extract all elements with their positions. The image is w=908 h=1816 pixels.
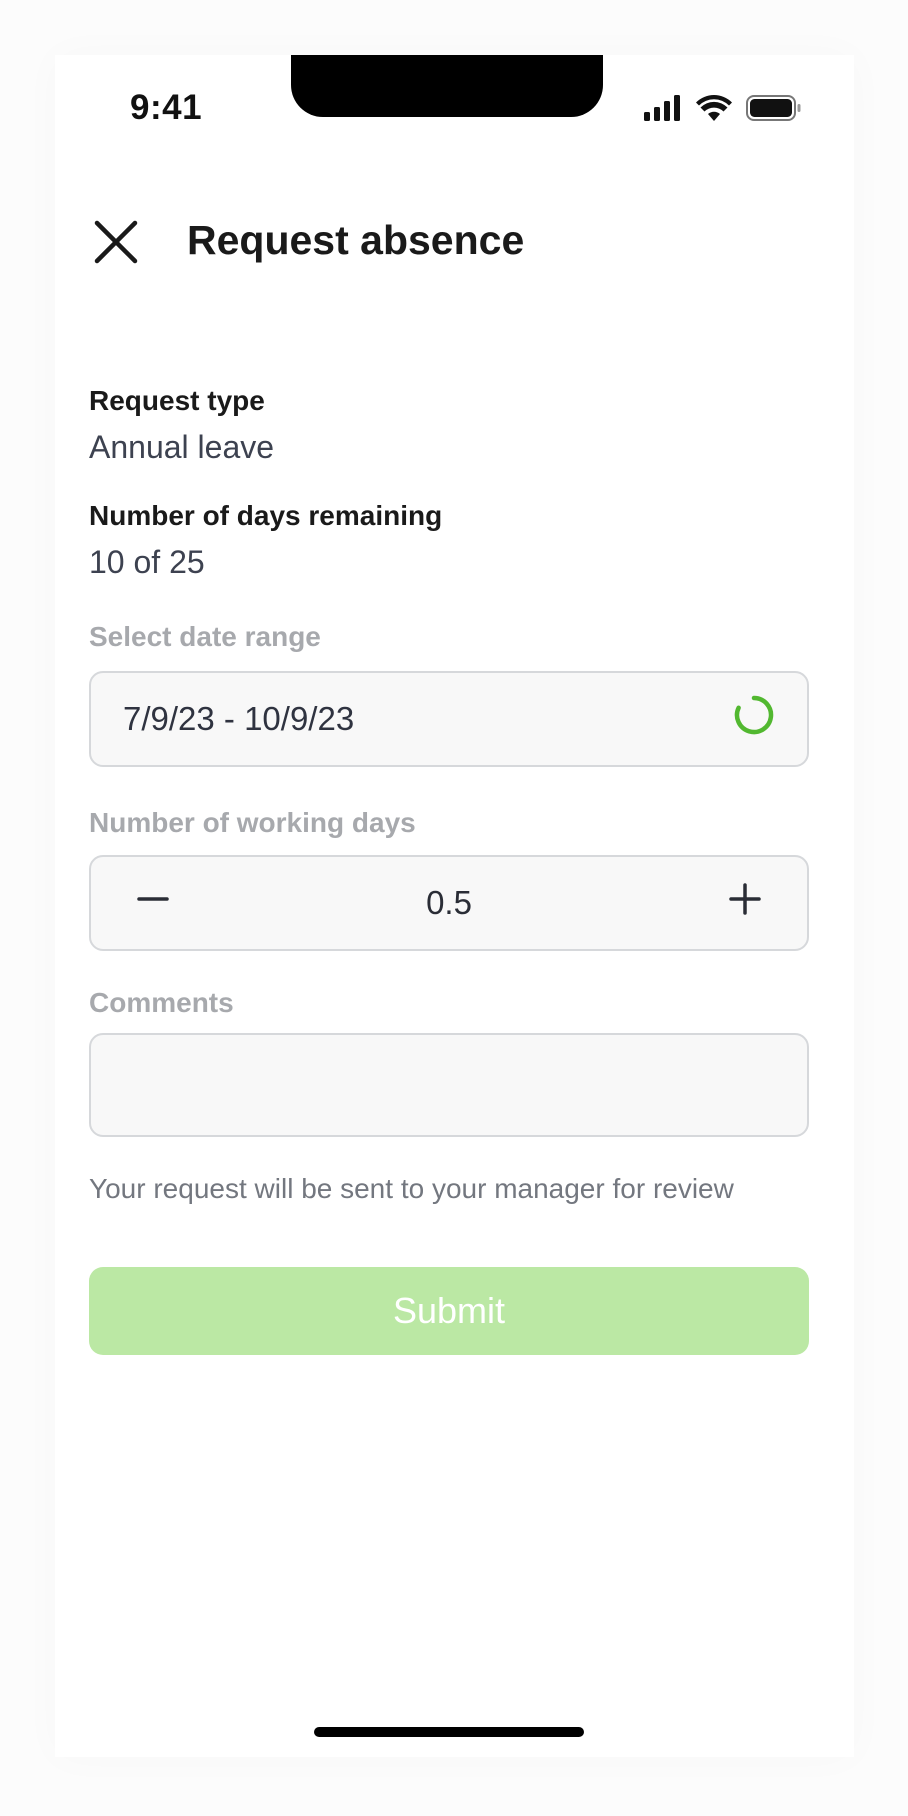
date-range-label: Select date range xyxy=(89,621,321,652)
loading-spinner-icon xyxy=(733,694,775,744)
request-type-label: Request type xyxy=(89,385,265,416)
request-type-value: Annual leave xyxy=(89,429,275,465)
increment-button[interactable] xyxy=(723,881,767,925)
date-range-value: 7/9/23 - 10/9/23 xyxy=(123,700,355,737)
minus-icon xyxy=(136,882,170,924)
days-remaining-value: 10 of 25 xyxy=(89,544,205,580)
days-remaining-label: Number of days remaining xyxy=(89,500,443,531)
working-days-stepper: 0.5 xyxy=(89,855,809,951)
page: 9:41 Request absence Request type Annual… xyxy=(0,0,908,1816)
device-notch xyxy=(291,55,603,117)
review-note: Your request will be sent to your manage… xyxy=(89,1173,734,1204)
page-title: Request absence xyxy=(187,217,525,263)
cellular-signal-icon xyxy=(644,95,682,126)
wifi-icon xyxy=(696,95,732,126)
submit-button[interactable]: Submit xyxy=(89,1267,809,1355)
working-days-value: 0.5 xyxy=(426,884,472,921)
close-button[interactable] xyxy=(87,215,145,273)
phone-screen: 9:41 Request absence Request type Annual… xyxy=(55,55,854,1757)
close-icon xyxy=(93,219,139,270)
decrement-button[interactable] xyxy=(131,881,175,925)
status-icons xyxy=(644,95,802,126)
status-time: 9:41 xyxy=(130,88,203,127)
form: Request type Annual leave Number of days… xyxy=(89,385,809,1355)
battery-icon xyxy=(746,95,802,126)
plus-icon xyxy=(728,882,762,924)
date-range-field[interactable]: 7/9/23 - 10/9/23 xyxy=(89,671,809,767)
working-days-label: Number of working days xyxy=(89,807,416,838)
home-indicator xyxy=(314,1727,584,1737)
comments-input[interactable] xyxy=(89,1033,809,1137)
comments-label: Comments xyxy=(89,987,234,1018)
